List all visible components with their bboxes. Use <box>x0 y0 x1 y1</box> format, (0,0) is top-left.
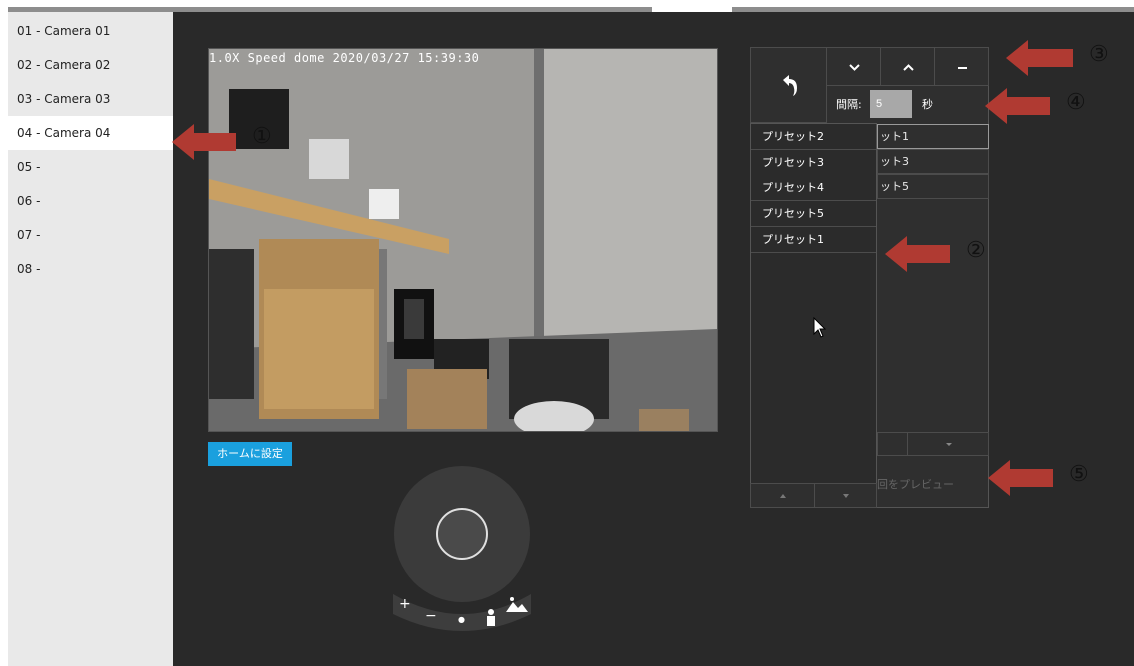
arrow-icon-2 <box>885 236 950 272</box>
set-home-button[interactable]: ホームに設定 <box>208 442 292 466</box>
camera-item-07[interactable]: 07 - <box>8 218 173 252</box>
annotation-3: ③ <box>1089 42 1109 67</box>
camera-video-feed[interactable] <box>208 48 718 432</box>
interval-input[interactable] <box>870 90 912 118</box>
back-button[interactable] <box>750 47 827 123</box>
video-scene <box>209 49 717 431</box>
focus-dot-button[interactable]: ● <box>458 615 465 624</box>
zoom-in-button[interactable]: + <box>399 596 411 612</box>
landscape-icon[interactable] <box>506 596 528 612</box>
caret-down-icon <box>946 443 952 446</box>
camera-item-06[interactable]: 06 - <box>8 184 173 218</box>
interval-unit: 秒 <box>922 98 933 111</box>
mouse-cursor-icon <box>813 317 827 338</box>
top-bar <box>0 0 1134 7</box>
tour-list-item-1[interactable]: ット1 <box>877 124 989 149</box>
dropdown-item-preset5[interactable]: プリセット5 <box>751 201 876 227</box>
tour-list-item-2[interactable]: ット3 <box>877 149 989 174</box>
arrow-icon-5 <box>988 460 1053 496</box>
camera-item-08[interactable]: 08 - <box>8 252 173 286</box>
undo-icon <box>783 75 797 96</box>
camera-sidebar: 01 - Camera 01 02 - Camera 02 03 - Camer… <box>8 12 173 666</box>
remove-button[interactable] <box>934 47 989 86</box>
arrow-icon-3 <box>1006 40 1073 76</box>
dropdown-scroll-up-button[interactable] <box>750 483 815 508</box>
caret-up-icon <box>780 494 786 498</box>
camera-item-05[interactable]: 05 - <box>8 150 173 184</box>
minus-icon <box>958 67 967 69</box>
caret-down-icon <box>843 494 849 498</box>
tour-scroll-up-button[interactable] <box>877 432 908 456</box>
dropdown-item-preset1[interactable]: プリセット1 <box>751 227 876 253</box>
chevron-down-icon <box>849 64 860 71</box>
move-down-button[interactable] <box>826 47 881 86</box>
video-osd-text: 1.0X Speed dome 2020/03/27 15:39:30 <box>209 51 480 65</box>
tour-list-item-3[interactable]: ット5 <box>877 174 989 199</box>
annotation-1: ① <box>252 124 272 149</box>
camera-item-03[interactable]: 03 - Camera 03 <box>8 82 173 116</box>
arrow-icon-4 <box>985 88 1050 124</box>
arrow-icon-1 <box>172 124 236 160</box>
camera-item-02[interactable]: 02 - Camera 02 <box>8 48 173 82</box>
camera-item-04[interactable]: 04 - Camera 04 <box>8 116 173 150</box>
move-up-button[interactable] <box>880 47 935 86</box>
tour-scroll-down-button[interactable] <box>907 432 989 456</box>
dropdown-item-preset4[interactable]: プリセット4 <box>751 175 876 201</box>
dropdown-scroll-down-button[interactable] <box>814 483 877 508</box>
annotation-2: ② <box>966 238 986 263</box>
zoom-out-button[interactable]: − <box>425 608 437 624</box>
interval-label: 間隔: <box>836 98 862 111</box>
annotation-5: ⑤ <box>1069 462 1089 487</box>
preview-tour-button[interactable]: 回をプレビュー <box>877 476 954 492</box>
chevron-up-icon <box>903 64 914 71</box>
annotation-4: ④ <box>1066 90 1086 115</box>
dropdown-item-preset3[interactable]: プリセット3 <box>751 150 876 176</box>
dropdown-item-preset2[interactable]: プリセット2 <box>751 124 876 150</box>
ptz-joystick-knob[interactable] <box>436 508 488 560</box>
camera-item-01[interactable]: 01 - Camera 01 <box>8 14 173 48</box>
person-icon[interactable] <box>485 608 497 626</box>
